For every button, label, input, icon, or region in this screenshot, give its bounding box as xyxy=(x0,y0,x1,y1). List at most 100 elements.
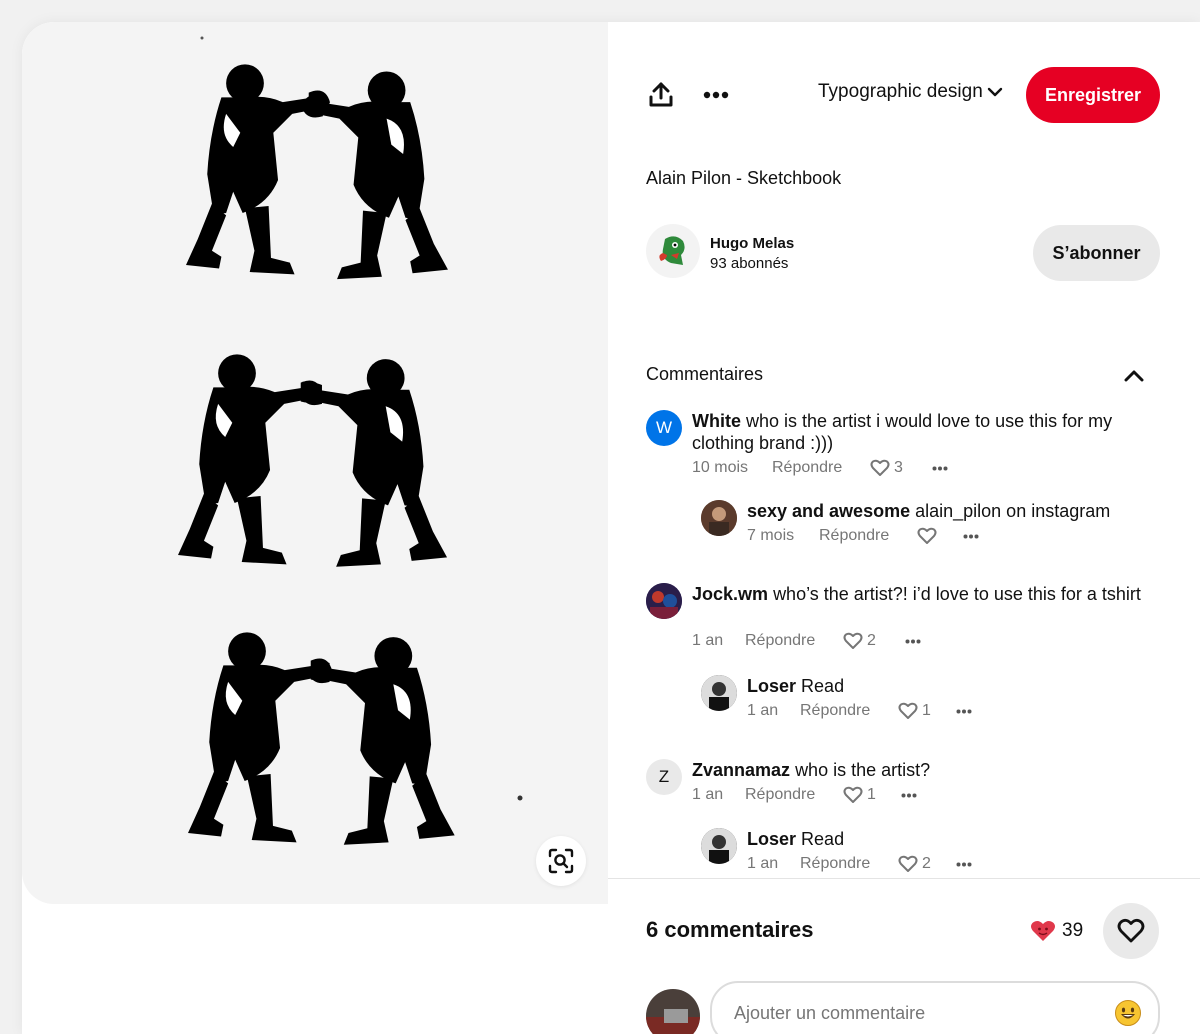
avatar[interactable] xyxy=(701,675,737,711)
avatar[interactable]: Z xyxy=(646,759,682,795)
heart-outline-icon xyxy=(898,702,918,719)
reply-button[interactable]: Répondre xyxy=(800,855,898,873)
like-comment-button[interactable]: 1 xyxy=(898,702,956,720)
reply-button[interactable]: Répondre xyxy=(745,632,843,650)
ellipsis-icon xyxy=(905,639,921,643)
comment-body: Read xyxy=(801,676,845,696)
visual-search-button[interactable] xyxy=(536,836,586,886)
heart-outline-icon xyxy=(1117,918,1145,943)
like-comment-button[interactable]: 2 xyxy=(843,632,905,650)
board-name: Typographic design xyxy=(818,81,983,102)
avatar-letter: W xyxy=(655,418,673,437)
comment-more-button[interactable] xyxy=(956,862,972,867)
collapse-comments-button[interactable] xyxy=(1122,364,1146,388)
comment-time: 10 mois xyxy=(692,459,749,476)
like-count: 1 xyxy=(922,702,931,719)
add-comment-input[interactable]: Ajouter un commentaire xyxy=(710,981,1160,1034)
comment-more-button[interactable] xyxy=(932,466,948,471)
comment-meta: 10 mois Répondre 3 xyxy=(692,458,948,478)
chevron-up-icon xyxy=(1124,370,1144,382)
share-button[interactable] xyxy=(646,80,676,110)
creator-avatar[interactable] xyxy=(646,224,700,278)
creator-name[interactable]: Hugo Melas xyxy=(710,235,794,252)
comment-time: 1 an xyxy=(747,855,779,872)
comments-header: Commentaires xyxy=(646,364,1158,388)
avatar-letter: Z xyxy=(658,767,670,786)
reaction-count: 39 xyxy=(1062,920,1084,941)
ellipsis-icon xyxy=(956,709,972,713)
like-comment-button[interactable]: 2 xyxy=(898,855,956,873)
like-count: 3 xyxy=(894,459,903,476)
comment-count: 6 commentaires xyxy=(646,917,814,942)
comment-text: Jock.wm who’s the artist?! i’d love to u… xyxy=(692,583,1158,605)
like-count: 1 xyxy=(867,786,876,803)
pin-closeup-card: Typographic design Enregistrer Alain Pil… xyxy=(22,22,1200,1034)
comment-text: White who is the artist i would love to … xyxy=(692,410,1158,454)
like-count: 2 xyxy=(867,632,876,649)
comment-username[interactable]: Loser xyxy=(747,829,796,849)
comment-more-button[interactable] xyxy=(901,793,917,798)
user-photo xyxy=(646,989,700,1034)
pin-toolbar: Typographic design Enregistrer xyxy=(646,67,1160,123)
avatar[interactable] xyxy=(701,828,737,864)
page: Typographic design Enregistrer Alain Pil… xyxy=(0,0,1200,1034)
heart-outline-icon xyxy=(898,855,918,872)
like-comment-button[interactable]: 3 xyxy=(870,459,932,477)
comment-body: alain_pilon on instagram xyxy=(915,501,1111,521)
reply-button[interactable]: Répondre xyxy=(800,702,898,720)
follow-button[interactable]: S’abonner xyxy=(1033,225,1160,281)
comment-more-button[interactable] xyxy=(956,709,972,714)
current-user-avatar[interactable] xyxy=(646,989,700,1034)
reply-button[interactable]: Répondre xyxy=(772,459,870,477)
ellipsis-icon xyxy=(963,534,979,538)
ellipsis-icon xyxy=(901,793,917,797)
comment-meta: 1 an Répondre 1 xyxy=(692,785,917,805)
comment-username[interactable]: sexy and awesome xyxy=(747,501,910,521)
visual-search-icon xyxy=(548,848,574,874)
comment-text: Loser Read xyxy=(747,828,1158,850)
comment-username[interactable]: Loser xyxy=(747,676,796,696)
save-button[interactable]: Enregistrer xyxy=(1026,67,1160,123)
reply-button[interactable]: Répondre xyxy=(745,786,843,804)
share-upload-icon xyxy=(649,82,673,107)
like-comment-button[interactable]: 1 xyxy=(843,786,901,804)
user-photo xyxy=(701,675,737,711)
avatar[interactable]: W xyxy=(646,410,682,446)
comment-time: 1 an xyxy=(747,702,779,719)
heart-outline-icon xyxy=(870,459,890,476)
comment-more-button[interactable] xyxy=(963,534,979,539)
emoji-button[interactable] xyxy=(1114,999,1142,1027)
comment-time: 1 an xyxy=(692,786,724,803)
comment-time: 1 an xyxy=(692,632,724,649)
comment-time: 7 mois xyxy=(747,527,795,544)
comment-username[interactable]: Zvannamaz xyxy=(692,760,790,780)
board-dropdown[interactable]: Typographic design xyxy=(818,81,1003,103)
react-button[interactable] xyxy=(1103,903,1159,959)
creator-avatar-image xyxy=(659,236,685,265)
heart-face-icon xyxy=(1031,921,1055,941)
comment-meta: 7 mois Répondre xyxy=(747,526,979,546)
comment-more-button[interactable] xyxy=(905,639,921,644)
pin-title: Alain Pilon - Sketchbook xyxy=(646,168,842,188)
avatar[interactable] xyxy=(646,583,682,619)
like-comment-button[interactable] xyxy=(917,527,963,545)
avatar[interactable] xyxy=(701,500,737,536)
more-options-button[interactable] xyxy=(698,80,734,110)
comment-meta: 1 an Répondre 2 xyxy=(692,631,921,651)
comments-footer: 6 commentaires 39 Ajouter un commentaire xyxy=(608,878,1200,1034)
reply-button[interactable]: Répondre xyxy=(819,527,917,545)
user-photo xyxy=(701,828,737,864)
comments-title: Commentaires xyxy=(646,364,764,384)
heart-outline-icon xyxy=(917,527,937,544)
comment-meta: 1 an Répondre 1 xyxy=(747,701,972,721)
user-photo xyxy=(701,500,737,536)
comment-username[interactable]: Jock.wm xyxy=(692,584,768,604)
ellipsis-icon xyxy=(703,91,729,99)
pin-image[interactable] xyxy=(22,22,608,904)
comments-list[interactable]: W White who is the artist i would love t… xyxy=(646,410,1158,878)
comment-username[interactable]: White xyxy=(692,411,741,431)
reactions-summary[interactable]: 39 xyxy=(1030,919,1083,943)
creator-followers: 93 abonnés xyxy=(710,255,789,272)
boxers-illustration xyxy=(178,36,523,845)
heart-outline-icon xyxy=(843,786,863,803)
